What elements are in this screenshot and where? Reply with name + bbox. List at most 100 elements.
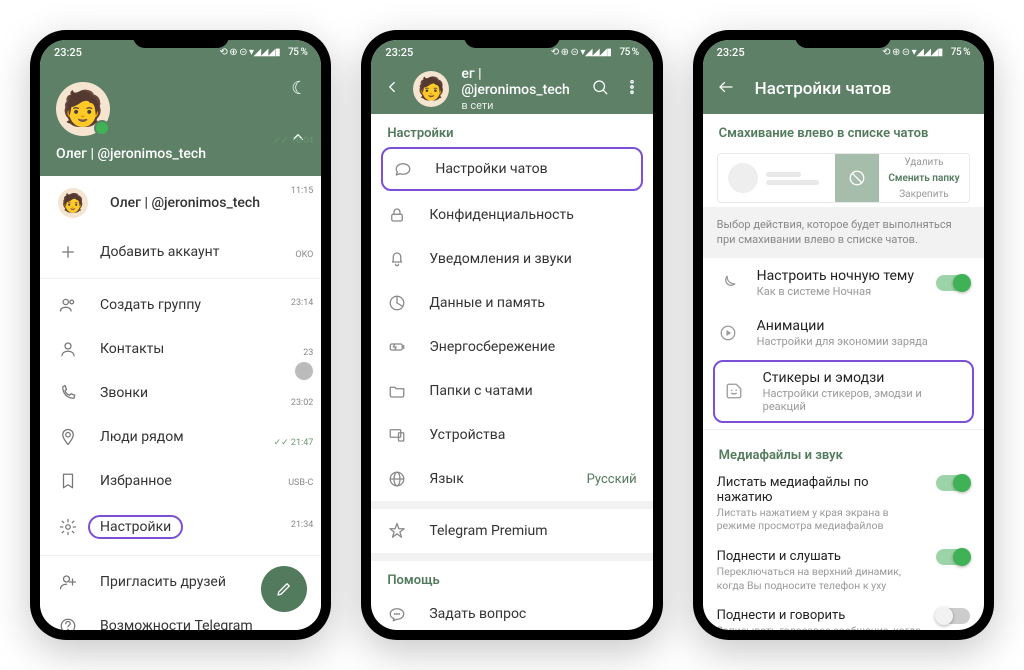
privacy-row[interactable]: Конфиденциальность	[371, 193, 652, 237]
lock-icon	[387, 205, 407, 225]
devices-icon	[387, 425, 407, 445]
avatar-small-icon: 🧑	[58, 188, 88, 218]
media-tap-toggle[interactable]	[936, 475, 970, 491]
person-icon	[58, 339, 78, 359]
swipe-preview[interactable]: Удалить Сменить папку Закрепить	[717, 153, 970, 203]
divider	[40, 278, 321, 279]
swipe-message-preview	[718, 154, 835, 202]
status-icons: ⟲ ⊕ ⊝ ▾◢◢◢▮ 75 %	[882, 47, 970, 58]
header-subtitle: в сети	[461, 99, 578, 112]
divider	[40, 555, 321, 556]
language-value: Русский	[587, 472, 637, 487]
premium-row[interactable]: Telegram Premium	[371, 509, 652, 553]
settings-highlight: Настройки	[88, 515, 183, 539]
invite-icon	[58, 572, 78, 592]
avatar-icon[interactable]: 🧑	[413, 71, 449, 107]
chat-settings-header: Настройки чатов	[703, 64, 984, 114]
chat-time-peek: 11:15	[259, 186, 321, 196]
notch	[133, 30, 229, 48]
chat-icon	[387, 604, 407, 624]
status-time: 23:25	[385, 46, 413, 59]
separator	[371, 501, 652, 509]
battery-icon	[387, 337, 407, 357]
media-tap-row[interactable]: Листать медиафайлы по нажатию Листать на…	[703, 467, 984, 541]
phone-3: 23:25 ⟲ ⊕ ⊝ ▾◢◢◢▮ 75 % Настройки чатов С…	[693, 30, 994, 640]
stickers-highlight: Стикеры и эмодзи Настройки стикеров, эмо…	[713, 360, 974, 423]
raise-listen-row[interactable]: Поднести и слушать Переключаться на верх…	[703, 541, 984, 600]
play-icon	[717, 322, 739, 344]
ask-question-row[interactable]: Задать вопрос	[371, 592, 652, 630]
compose-fab[interactable]	[261, 566, 307, 612]
status-icons: ⟲ ⊕ ⊝ ▾◢◢◢▮ 75 %	[219, 47, 307, 58]
phone-2: 23:25 ⟲ ⊕ ⊝ ▾◢◢◢▮ 75 % 🧑 ег | @jeronimos…	[361, 30, 662, 640]
chat-time-peek: ✓✓ 16:04	[259, 136, 321, 146]
storage-row[interactable]: Данные и память	[371, 281, 652, 325]
bell-icon	[387, 249, 407, 269]
settings-header: 🧑 ег | @jeronimos_tech в сети	[371, 64, 652, 114]
swipe-labels: Удалить Сменить папку Закрепить	[879, 154, 969, 202]
swipe-section-title: Смахивание влево в списке чатов	[703, 114, 984, 145]
account-row[interactable]: 🧑 Олег | @jeronimos_tech	[40, 176, 321, 230]
avatar-placeholder-icon	[728, 163, 758, 193]
raise-speak-row[interactable]: Поднести и говорить Записывать голосовое…	[703, 600, 984, 630]
phone-icon	[58, 383, 78, 403]
devices-row[interactable]: Устройства	[371, 413, 652, 457]
section-settings: Настройки	[371, 114, 652, 145]
battery-row[interactable]: Энергосбережение	[371, 325, 652, 369]
moon-icon	[717, 272, 739, 294]
account-name: Олег | @jeronimos_tech	[110, 195, 260, 211]
night-mode-icon[interactable]: ☾	[291, 78, 307, 99]
folder-icon	[387, 381, 407, 401]
drawer-username: Олег | @jeronimos_tech	[56, 146, 305, 162]
chat-settings-row[interactable]: Настройки чатов	[383, 149, 640, 189]
chat-icon	[393, 159, 413, 179]
status-time: 23:25	[54, 46, 82, 59]
chat-settings-highlight: Настройки чатов	[381, 147, 642, 191]
raise-listen-toggle[interactable]	[936, 549, 970, 565]
status-time: 23:25	[717, 46, 745, 59]
header-title: ег | @jeronimos_tech	[461, 66, 578, 100]
plus-icon	[58, 242, 78, 262]
stickers-row[interactable]: Стикеры и эмодзи Настройки стикеров, эмо…	[719, 370, 968, 413]
separator	[371, 553, 652, 561]
more-icon[interactable]	[623, 78, 641, 101]
sticker-icon	[723, 380, 745, 402]
raise-speak-toggle[interactable]	[936, 608, 970, 624]
back-icon[interactable]	[717, 78, 735, 100]
notifications-row[interactable]: Уведомления и звуки	[371, 237, 652, 281]
chat-time-peek: 23:14	[259, 298, 321, 308]
night-theme-row[interactable]: Настроить ночную тему Как в системе Ночн…	[703, 258, 984, 308]
night-toggle[interactable]	[936, 275, 970, 291]
online-badge-icon	[94, 120, 110, 136]
notch	[795, 30, 891, 48]
chat-text-peek: USB-C	[259, 478, 321, 488]
chat-time-peek: 23:02	[259, 398, 321, 408]
media-section-title: Медиафайлы и звук	[703, 436, 984, 467]
nearby-row[interactable]: Люди рядом	[40, 415, 321, 459]
phone-1: 23:25 ⟲ ⊕ ⊝ ▾◢◢◢▮ 75 % 🧑 Олег | @jeronim…	[30, 30, 331, 640]
page-title: Настройки чатов	[755, 79, 892, 99]
help-icon	[58, 616, 78, 630]
pie-icon	[387, 293, 407, 313]
language-row[interactable]: Язык Русский	[371, 457, 652, 501]
back-icon[interactable]	[383, 78, 401, 100]
chat-badge-peek: 23	[259, 348, 321, 380]
bookmark-icon	[58, 471, 78, 491]
chat-time-peek: ✓✓ 21:47	[259, 438, 321, 448]
chat-text-peek: OKO	[259, 250, 321, 260]
animations-row[interactable]: Анимации Настройки для экономии заряда	[703, 308, 984, 358]
notch	[464, 30, 560, 48]
globe-icon	[387, 469, 407, 489]
drawer-header: 🧑 Олег | @jeronimos_tech ☾	[40, 64, 321, 176]
section-help: Помощь	[371, 561, 652, 592]
swipe-hint: Выбор действия, которое будет выполнятьс…	[703, 207, 984, 258]
chat-time-peek: 21:34	[259, 520, 321, 530]
search-icon[interactable]	[591, 78, 609, 101]
swipe-action-icon	[835, 154, 879, 202]
gear-icon	[58, 517, 78, 537]
folders-row[interactable]: Папки с чатами	[371, 369, 652, 413]
star-icon	[387, 521, 407, 541]
nearby-icon	[58, 427, 78, 447]
avatar[interactable]: 🧑	[56, 82, 110, 136]
status-icons: ⟲ ⊕ ⊝ ▾◢◢◢▮ 75 %	[551, 47, 639, 58]
